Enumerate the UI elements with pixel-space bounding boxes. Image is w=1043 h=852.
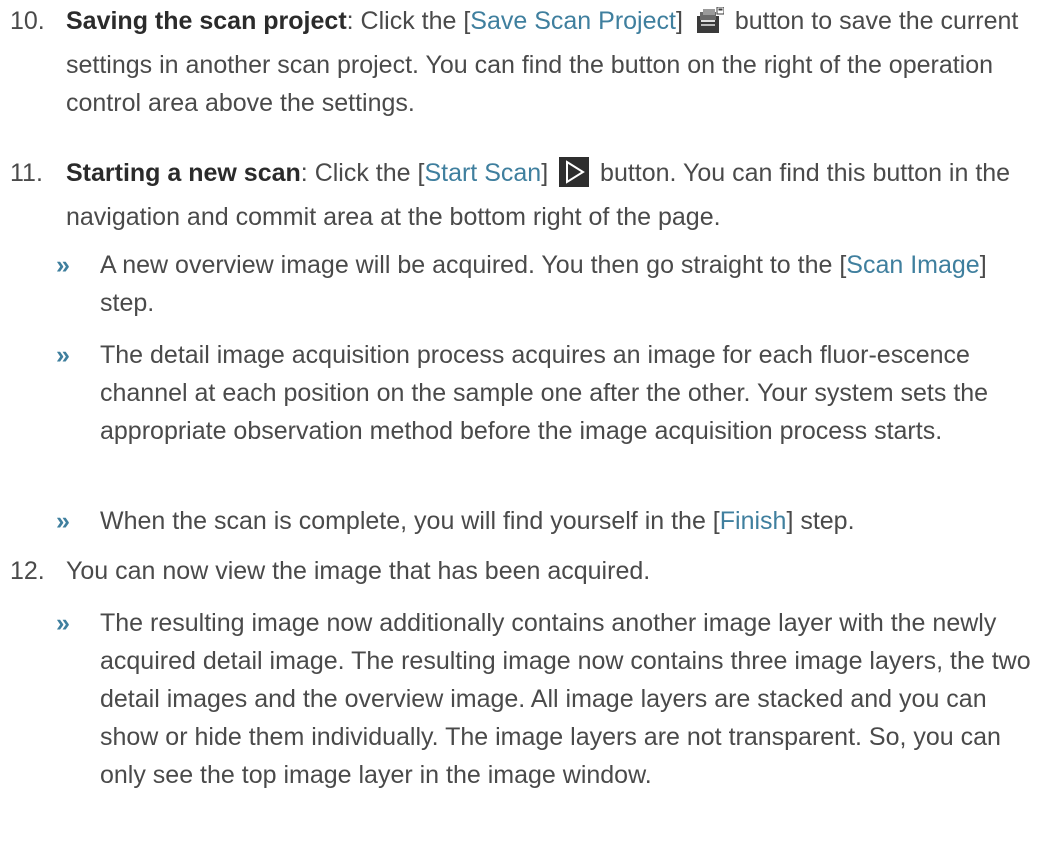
- result-item: » The detail image acquisition process a…: [56, 336, 1031, 450]
- document-page: 10. Saving the scan project: Click the […: [0, 0, 1043, 852]
- step-text: You can now view the image that has been…: [66, 557, 651, 585]
- save-scan-project-icon: [694, 6, 725, 46]
- ui-reference: Finish: [719, 507, 787, 535]
- ui-reference: Start Scan: [424, 159, 542, 187]
- result-marker: »: [56, 609, 70, 637]
- result-marker: »: [56, 341, 70, 369]
- step-number: 12.: [10, 557, 45, 585]
- step-text: Saving the scan project: Click the [Save…: [66, 6, 1019, 117]
- step-title: Starting a new scan: [66, 159, 301, 187]
- step-number: 11.: [10, 159, 43, 187]
- result-marker: »: [56, 507, 70, 535]
- result-item: » A new overview image will be acquired.…: [56, 246, 1031, 322]
- step-text: Starting a new scan: Click the [Start Sc…: [66, 157, 1011, 231]
- step-title: Saving the scan project: [66, 7, 347, 35]
- result-item: » When the scan is complete, you will fi…: [56, 502, 1031, 540]
- result-marker: »: [56, 251, 70, 279]
- ui-reference: Scan Image: [846, 251, 980, 279]
- result-item: » The resulting image now additionally c…: [56, 604, 1031, 794]
- step-number: 10.: [10, 7, 45, 35]
- ui-reference: Save Scan Project: [470, 7, 676, 35]
- start-scan-icon: [559, 157, 590, 198]
